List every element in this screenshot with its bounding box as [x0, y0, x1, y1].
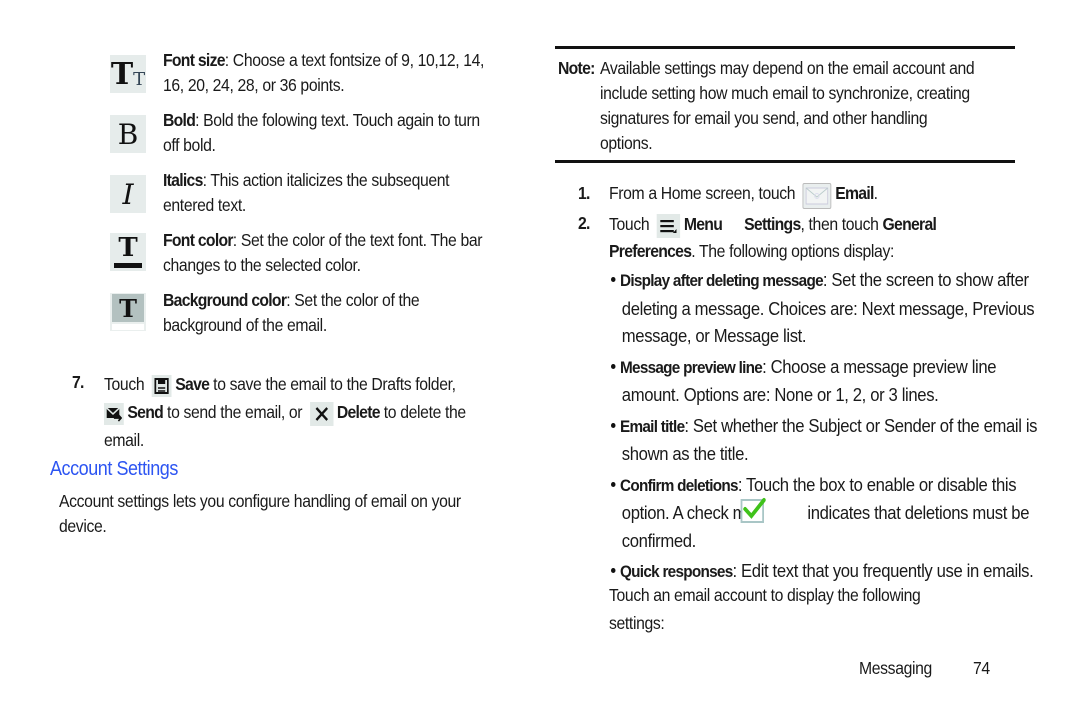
option-text: : Set the color of the text font. The ba…: [232, 230, 483, 250]
closing-text: Touch an email account to display the fo…: [609, 581, 987, 637]
option-text: message, or Message list.: [621, 325, 807, 346]
note-line: Available settings may depend on the ema…: [600, 58, 975, 78]
section-body: Account settings lets you configure hand…: [59, 489, 491, 539]
option-text: off bold.: [163, 135, 216, 155]
step-text: .: [873, 183, 878, 203]
save-label: Save: [175, 374, 210, 394]
option-text: : Touch the box to enable or disable thi…: [737, 473, 1017, 495]
options-list: Display after deleting message: Set the …: [611, 266, 1079, 586]
menu-label: Menu: [683, 214, 723, 234]
save-icon: [151, 375, 172, 397]
note-label: Note:: [558, 58, 595, 78]
option-text: indicates that deletions must be: [807, 502, 1030, 523]
bullet: [611, 568, 616, 573]
footer-section: Messaging: [859, 658, 932, 678]
option-label: Email title: [620, 416, 685, 436]
step-1: From a Home screen, touch Email.: [609, 181, 987, 209]
email-app-icon[interactable]: [802, 183, 832, 209]
general-label: General: [882, 214, 937, 234]
step-number: 1.: [578, 183, 590, 203]
step-number: 2.: [578, 213, 590, 233]
note-text: Available settings may depend on the ema…: [600, 56, 978, 156]
step-text: From a Home screen, touch: [609, 183, 796, 203]
option-text: confirmed.: [621, 529, 696, 551]
step-2: Touch Menu Settings, then touch General …: [609, 211, 1005, 265]
send-label: Send: [127, 402, 164, 422]
option-text: : Choose a text fontsize of 9, 10,12, 14…: [224, 50, 485, 70]
font-size-icon: TT: [110, 55, 146, 93]
italics-description: Italics: This action italicizes the subs…: [163, 168, 505, 218]
send-icon: [104, 403, 124, 425]
option-label: Display after deleting message: [620, 271, 824, 290]
background-color-description: Background color: Set the color of the b…: [163, 288, 505, 338]
option-text: amount. Options are: None or 1, 2, or 3 …: [621, 384, 939, 405]
step-text: to delete the: [379, 402, 466, 422]
option-label: Confirm deletions: [620, 475, 739, 495]
italic-icon: I: [110, 175, 146, 213]
option-label: Bold: [163, 110, 196, 130]
option-text: changes to the selected color.: [163, 255, 361, 275]
page-number: 74: [973, 658, 990, 678]
bold-icon: B: [110, 115, 146, 153]
body-text: Touch an email account to display the fo…: [609, 585, 921, 605]
option-text: entered text.: [163, 195, 246, 215]
option-label: Font size: [163, 50, 225, 70]
option-label: Message preview line: [620, 357, 763, 377]
step-text: Touch: [609, 214, 650, 234]
step-text: , then touch: [800, 214, 879, 234]
step-text: to send the email, or: [163, 402, 303, 422]
font-size-description: Font size: Choose a text fontsize of 9, …: [163, 48, 505, 98]
step-text: email.: [104, 430, 144, 450]
preferences-label: Preferences: [609, 241, 692, 261]
email-label: Email: [835, 183, 874, 203]
note-line: signatures for email you send, and other…: [600, 108, 928, 128]
option-label: Font color: [163, 230, 234, 250]
font-color-description: Font color: Set the color of the text fo…: [163, 228, 505, 278]
step-text: to save the email to the Drafts folder,: [209, 374, 456, 394]
bullet: [611, 481, 616, 487]
note-line: include setting how much email to synchr…: [600, 83, 970, 103]
bold-description: Bold: Bold the folowing text. Touch agai…: [163, 108, 505, 158]
step-number: 7.: [72, 372, 84, 392]
bullet: [611, 363, 616, 369]
list-item: Display after deleting message: Set the …: [611, 266, 1079, 350]
option-text: : This action italicizes the subsequent: [202, 170, 450, 190]
font-color-icon: T: [110, 233, 146, 271]
option-text: 16, 20, 24, 28, or 36 points.: [163, 75, 345, 95]
option-label: Italics: [163, 170, 203, 190]
section-heading: Account Settings: [50, 458, 178, 480]
note-line: options.: [600, 133, 653, 153]
step-7: Touch Save to save the email to the Draf…: [104, 370, 500, 454]
step-text: Touch: [104, 374, 145, 394]
list-item: Email title: Set whether the Subject or …: [611, 412, 1079, 468]
menu-icon[interactable]: [656, 214, 681, 238]
bullet: [611, 277, 616, 282]
delete-icon: [309, 402, 334, 426]
option-text: : Choose a message preview line: [762, 355, 997, 377]
checkbox-checked-icon: [740, 498, 766, 523]
option-text: deleting a message. Choices are: Next me…: [621, 297, 1035, 319]
option-text: : Edit text that you frequently use in e…: [732, 560, 1034, 581]
option-text: background of the email.: [163, 315, 327, 335]
delete-label: Delete: [336, 402, 381, 422]
background-color-icon: T: [110, 293, 146, 331]
note-bottom-rule: [555, 160, 1015, 163]
list-item: Message preview line: Choose a message p…: [611, 353, 1079, 409]
settings-label: Settings: [744, 214, 801, 234]
option-text: : Set the screen to show after: [822, 269, 1029, 290]
option-text: : Bold the folowing text. Touch again to…: [195, 110, 480, 130]
option-text: shown as the title.: [621, 443, 749, 464]
body-text: settings:: [609, 613, 665, 633]
option-text: option. A check m: [621, 502, 747, 523]
step-text: . The following options display:: [691, 241, 894, 261]
body-text: Account settings lets you configure hand…: [59, 491, 461, 511]
option-text: : Set the color of the: [286, 290, 420, 310]
list-item: Confirm deletions: Touch the box to enab…: [611, 471, 1079, 555]
body-text: device.: [59, 516, 107, 536]
option-label: Quick responses: [620, 562, 733, 581]
option-label: Background color: [163, 290, 287, 310]
option-text: : Set whether the Subject or Sender of t…: [684, 414, 1038, 436]
bullet: [611, 422, 616, 428]
note-top-rule: [555, 46, 1015, 49]
